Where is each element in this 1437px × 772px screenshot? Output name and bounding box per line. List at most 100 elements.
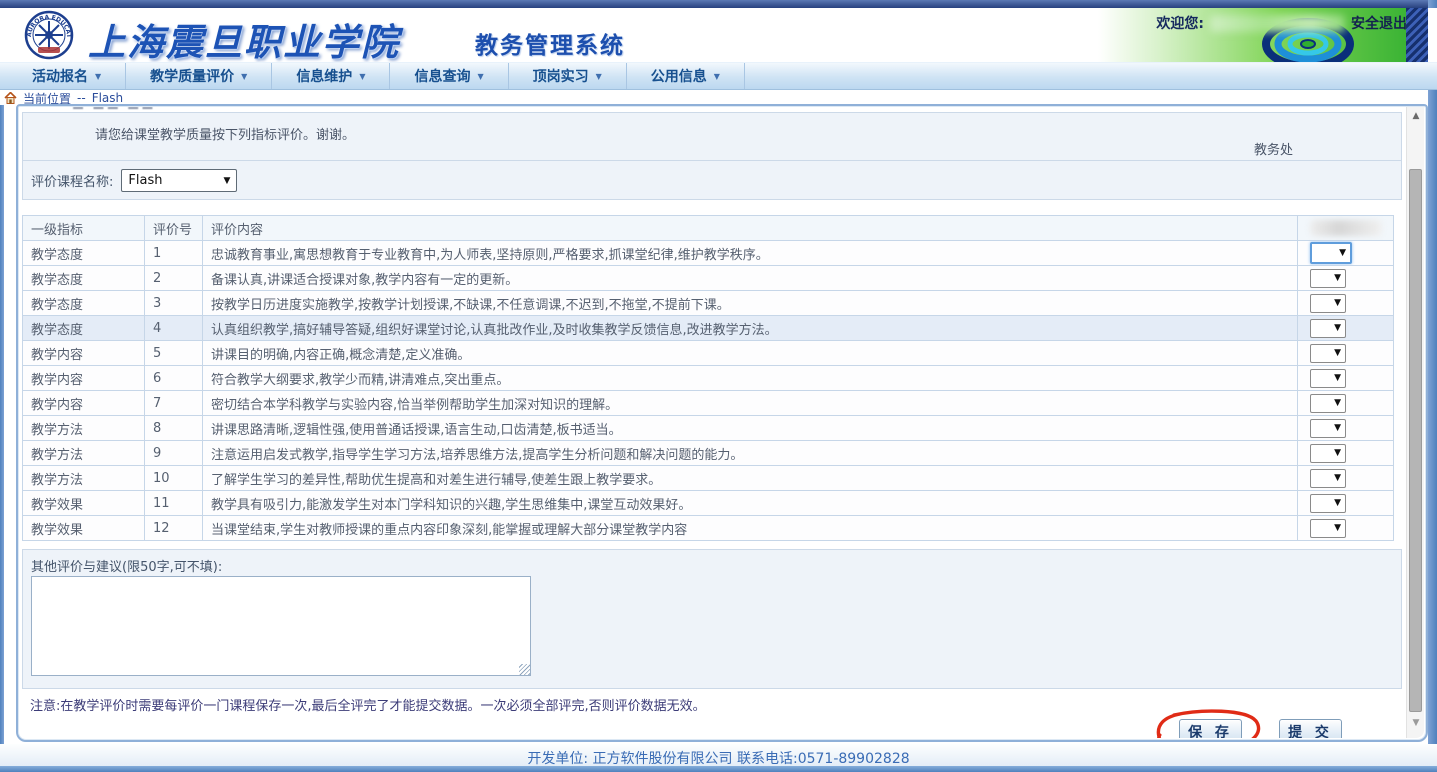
chevron-down-icon: ▼ bbox=[595, 71, 602, 81]
row-category: 教学态度 bbox=[22, 240, 145, 266]
score-select[interactable]: ▼ bbox=[1310, 293, 1346, 313]
select-caret-icon: ▼ bbox=[1334, 498, 1341, 508]
select-caret-icon: ▼ bbox=[1339, 248, 1346, 258]
select-caret-icon: ▼ bbox=[1334, 348, 1341, 358]
nav-menu-item[interactable]: 顶岗实习 ▼ bbox=[509, 63, 627, 89]
evaluation-table-body: 教学态度 1 忠诚教育事业,寓思想教育于专业教育中,为人师表,坚持原则,严格要求… bbox=[22, 240, 1394, 541]
panel-divider bbox=[23, 160, 1401, 161]
course-select-value: Flash bbox=[128, 173, 163, 188]
nav-item-label: 顶岗实习 bbox=[532, 69, 589, 85]
row-category: 教学态度 bbox=[22, 290, 145, 316]
scrollbar-thumb[interactable] bbox=[1409, 169, 1422, 712]
table-row: 教学态度 4 认真组织教学,搞好辅导答疑,组织好课堂讨论,认真批改作业,及时收集… bbox=[22, 315, 1394, 341]
score-select[interactable]: ▼ bbox=[1310, 393, 1346, 413]
row-category: 教学方法 bbox=[22, 465, 145, 491]
chevron-down-icon: ▼ bbox=[477, 71, 484, 81]
table-header-row: 一级指标 评价号 评价内容 bbox=[22, 215, 1394, 241]
row-category: 教学态度 bbox=[22, 315, 145, 341]
header-category: 一级指标 bbox=[22, 215, 145, 241]
main-nav: 活动报名 ▼ 教学质量评价 ▼ 信息维护 ▼ 信息查询 ▼ 顶岗实习 ▼ 公用信… bbox=[0, 62, 1437, 90]
window-left-border bbox=[0, 96, 4, 772]
header-content: 评价内容 bbox=[202, 215, 1298, 241]
nav-menu-item[interactable]: 教学质量评价 ▼ bbox=[126, 63, 273, 89]
signature-text: 教务处 bbox=[1253, 143, 1293, 158]
row-content: 了解学生学习的差异性,帮助优生提高和对差生进行辅导,使差生跟上教学要求。 bbox=[202, 465, 1298, 491]
score-select[interactable]: ▼ bbox=[1310, 418, 1346, 438]
table-row: 教学方法 9 注意运用启发式教学,指导学生学习方法,培养思维方法,提高学生分析问… bbox=[22, 440, 1394, 466]
row-number: 11 bbox=[144, 490, 203, 516]
select-caret-icon: ▼ bbox=[1334, 273, 1341, 283]
row-content: 符合教学大纲要求,教学少而精,讲清难点,突出重点。 bbox=[202, 365, 1298, 391]
scroll-up-arrow[interactable]: ▲ bbox=[1407, 111, 1425, 127]
row-number: 6 bbox=[144, 365, 203, 391]
chevron-down-icon: ▼ bbox=[241, 71, 248, 81]
table-row: 教学方法 10 了解学生学习的差异性,帮助优生提高和对差生进行辅导,使差生跟上教… bbox=[22, 465, 1394, 491]
header-score-redacted bbox=[1297, 215, 1394, 241]
aurora-college-logo: AURORA EDUCATION bbox=[24, 10, 74, 60]
window-top-bar bbox=[0, 0, 1437, 8]
row-content: 讲课思路清晰,逻辑性强,使用普通话授课,语言生动,口齿清楚,板书适当。 bbox=[202, 415, 1298, 441]
chevron-down-icon: ▼ bbox=[713, 71, 720, 81]
row-content: 当课堂结束,学生对教师授课的重点内容印象深刻,能掌握或理解大部分课堂教学内容 bbox=[202, 515, 1298, 541]
row-category: 教学效果 bbox=[22, 515, 145, 541]
intro-text: 请您给课堂教学质量按下列指标评价。谢谢。 bbox=[95, 128, 356, 143]
header-number: 评价号 bbox=[144, 215, 203, 241]
score-select[interactable]: ▼ bbox=[1310, 242, 1352, 264]
nav-item-label: 教学质量评价 bbox=[150, 69, 235, 85]
row-number: 4 bbox=[144, 315, 203, 341]
vertical-scrollbar[interactable]: ▲ ▼ bbox=[1406, 107, 1424, 738]
content-scroll-area: ▬ ▬▬ ▬▬ 请您给课堂教学质量按下列指标评价。谢谢。 教务处 评价课程名称:… bbox=[20, 107, 1405, 738]
select-caret-icon: ▼ bbox=[1334, 323, 1341, 333]
row-category: 教学内容 bbox=[22, 365, 145, 391]
chevron-down-icon: ▼ bbox=[95, 71, 102, 81]
score-select[interactable]: ▼ bbox=[1310, 318, 1346, 338]
save-button[interactable]: 保 存 bbox=[1179, 719, 1242, 738]
row-category: 教学内容 bbox=[22, 390, 145, 416]
table-row: 教学内容 6 符合教学大纲要求,教学少而精,讲清难点,突出重点。 ▼ bbox=[22, 365, 1394, 391]
table-row: 教学内容 7 密切结合本学科教学与实验内容,恰当举例帮助学生加深对知识的理解。 … bbox=[22, 390, 1394, 416]
course-select-label: 评价课程名称: bbox=[31, 175, 114, 190]
score-select[interactable]: ▼ bbox=[1310, 493, 1346, 513]
select-caret-icon: ▼ bbox=[1334, 523, 1341, 533]
logout-link[interactable]: 安全退出 bbox=[1351, 13, 1407, 33]
row-number: 5 bbox=[144, 340, 203, 366]
select-caret-icon: ▼ bbox=[1334, 373, 1341, 383]
intro-panel: 请您给课堂教学质量按下列指标评价。谢谢。 教务处 评价课程名称: Flash ▼ bbox=[22, 112, 1402, 200]
row-category: 教学效果 bbox=[22, 490, 145, 516]
score-select[interactable]: ▼ bbox=[1310, 443, 1346, 463]
row-content: 讲课目的明确,内容正确,概念清楚,定义准确。 bbox=[202, 340, 1298, 366]
table-row: 教学方法 8 讲课思路清晰,逻辑性强,使用普通话授课,语言生动,口齿清楚,板书适… bbox=[22, 415, 1394, 441]
score-select[interactable]: ▼ bbox=[1310, 468, 1346, 488]
chevron-down-icon: ▼ bbox=[359, 71, 366, 81]
score-select[interactable]: ▼ bbox=[1310, 518, 1346, 538]
content-frame: ▬ ▬▬ ▬▬ 请您给课堂教学质量按下列指标评价。谢谢。 教务处 评价课程名称:… bbox=[16, 104, 1428, 742]
home-icon bbox=[4, 92, 17, 104]
score-select[interactable]: ▼ bbox=[1310, 368, 1346, 388]
system-title: 教务管理系统 bbox=[475, 33, 625, 59]
select-caret-icon: ▼ bbox=[1334, 448, 1341, 458]
page-footer: 开发单位: 正方软件股份有限公司 联系电话:0571-89902828 bbox=[0, 744, 1437, 772]
evaluation-table: 一级指标 评价号 评价内容 教学态度 1 忠诚教育事业,寓思想教育于专业教育中,… bbox=[22, 215, 1394, 541]
welcome-label: 欢迎您: bbox=[1156, 16, 1204, 32]
nav-menu-item[interactable]: 公用信息 ▼ bbox=[627, 63, 745, 89]
course-select[interactable]: Flash ▼ bbox=[121, 169, 238, 192]
table-row: 教学态度 3 按教学日历进度实施教学,按教学计划授课,不缺课,不任意调课,不迟到… bbox=[22, 290, 1394, 316]
nav-item-label: 公用信息 bbox=[650, 69, 707, 85]
submit-button[interactable]: 提 交 bbox=[1279, 719, 1342, 738]
row-number: 7 bbox=[144, 390, 203, 416]
nav-menu-item[interactable]: 信息维护 ▼ bbox=[272, 63, 391, 89]
scroll-down-arrow[interactable]: ▼ bbox=[1407, 718, 1425, 734]
score-select[interactable]: ▼ bbox=[1310, 268, 1346, 288]
row-number: 9 bbox=[144, 440, 203, 466]
row-content: 注意运用启发式教学,指导学生学习方法,培养思维方法,提高学生分析问题和解决问题的… bbox=[202, 440, 1298, 466]
row-category: 教学方法 bbox=[22, 415, 145, 441]
select-caret-icon: ▼ bbox=[1334, 398, 1341, 408]
table-row: 教学态度 1 忠诚教育事业,寓思想教育于专业教育中,为人师表,坚持原则,严格要求… bbox=[22, 240, 1394, 266]
table-row: 教学效果 12 当课堂结束,学生对教师授课的重点内容印象深刻,能掌握或理解大部分… bbox=[22, 515, 1394, 541]
row-content: 教学具有吸引力,能激发学生对本门学科知识的兴趣,学生思维集中,课堂互动效果好。 bbox=[202, 490, 1298, 516]
comments-textarea[interactable] bbox=[31, 576, 531, 676]
score-select[interactable]: ▼ bbox=[1310, 343, 1346, 363]
nav-menu-item[interactable]: 信息查询 ▼ bbox=[390, 63, 509, 89]
table-row: 教学态度 2 备课认真,讲课适合授课对象,教学内容有一定的更新。 ▼ bbox=[22, 265, 1394, 291]
nav-menu-item[interactable]: 活动报名 ▼ bbox=[8, 63, 127, 89]
